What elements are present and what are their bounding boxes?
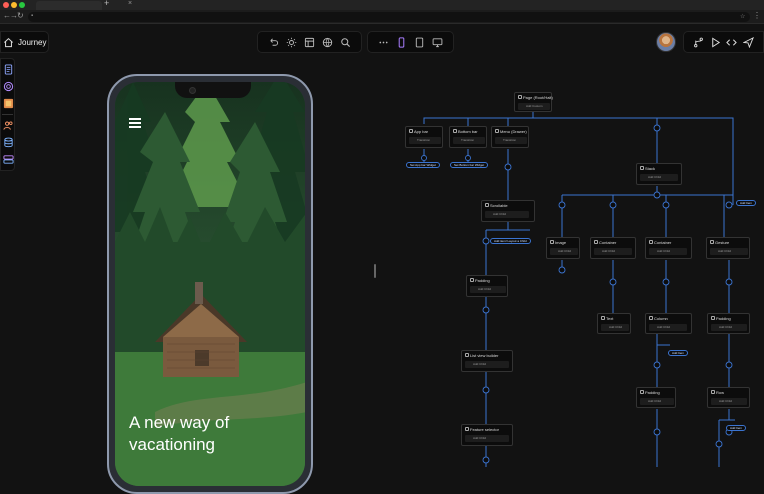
flow-node-scrollable[interactable]: Scrollable Add Child <box>481 200 535 222</box>
hamburger-menu-icon[interactable] <box>129 118 141 130</box>
flow-node-gesture[interactable]: Gesture Add Child <box>706 237 750 259</box>
flow-node-row[interactable]: Row Add Child <box>707 387 750 408</box>
flow-node-padding-3[interactable]: Padding Add Child <box>636 387 676 408</box>
flow-node-padding-2[interactable]: Padding Add Child <box>707 313 750 334</box>
flow-node-feature-selector[interactable]: Feature selector Add Child <box>461 424 513 446</box>
row-add-item-button[interactable]: Add Item <box>726 425 747 431</box>
flow-node-container-2[interactable]: Container Add Child <box>645 237 692 259</box>
flow-node-menu[interactable]: Menu (Drawer) Transition <box>491 126 529 148</box>
flow-node-padding[interactable]: Padding Add Child <box>466 275 508 297</box>
flow-node-container[interactable]: Container Add Child <box>590 237 636 259</box>
hero-text-line1: A new way of <box>129 413 230 432</box>
stack-add-item-button[interactable]: Add Item <box>736 200 757 206</box>
flow-node-appbar[interactable]: App bar Transition <box>405 126 443 148</box>
flow-node-listview[interactable]: List view builder Add Child <box>461 350 513 372</box>
flow-node-stack[interactable]: Stack Add Child <box>636 163 682 185</box>
flow-node-text[interactable]: Text Add Child <box>597 313 631 334</box>
camera-icon <box>189 87 196 94</box>
flow-node-image[interactable]: Image Add Child <box>546 237 580 259</box>
phone-notch <box>175 82 251 98</box>
column-add-item-button[interactable]: Add Item <box>668 350 689 356</box>
set-appbar-widget-button[interactable]: Set App bar Widget <box>406 162 440 168</box>
hero-text-line2: vacationing <box>129 435 216 454</box>
flow-node-page[interactable]: Page (Root/Halt) Add Custom <box>514 92 553 112</box>
set-bottombar-widget-button[interactable]: Set Bottom bar Widget <box>450 162 489 168</box>
flow-node-column[interactable]: Column Add Child <box>645 313 692 334</box>
hero-text: A new way of vacationing <box>129 412 229 456</box>
flow-node-bottombar[interactable]: Bottom bar Transition <box>449 126 487 148</box>
scroll-add-item-button[interactable]: Add item/ Layout a Child <box>490 238 531 244</box>
